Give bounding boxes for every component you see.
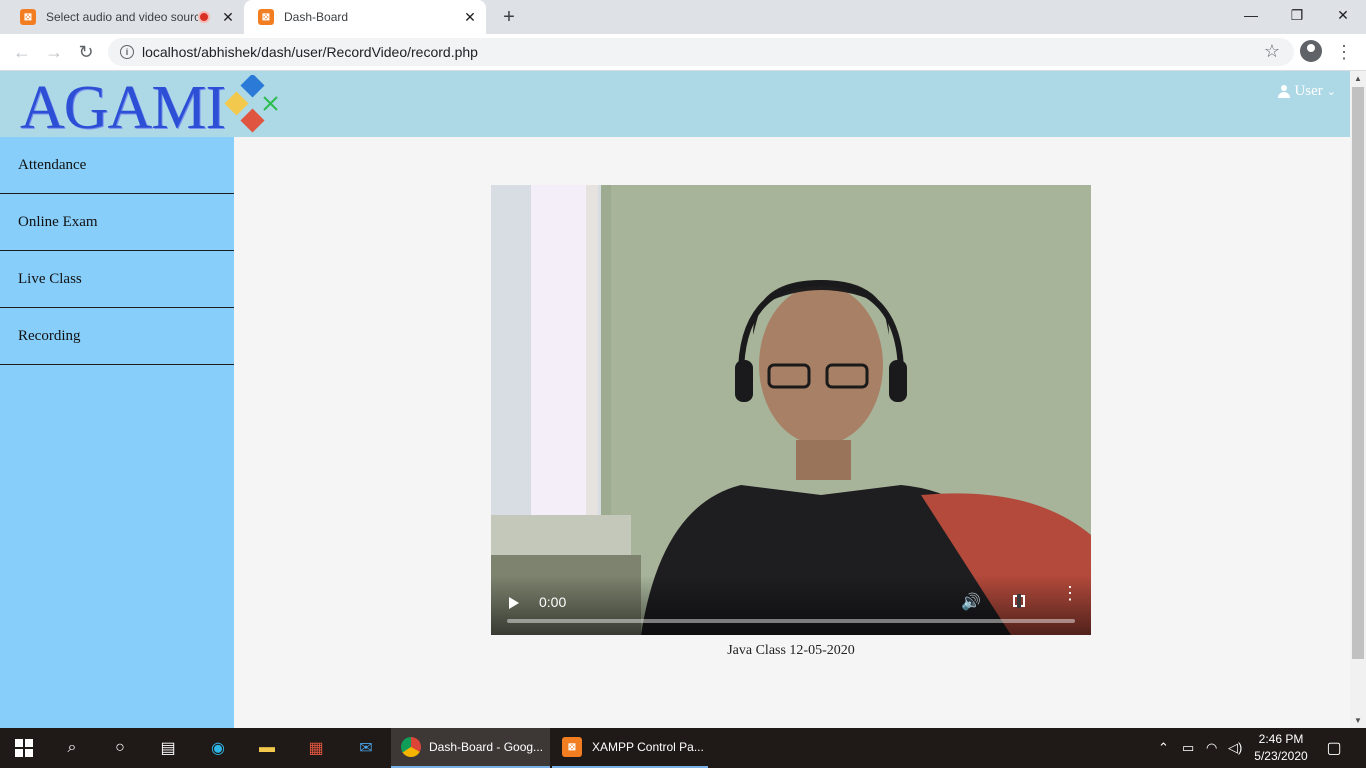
taskbar-app-chrome[interactable]: Dash-Board - Goog... xyxy=(391,728,550,768)
taskbar-app-label: XAMPP Control Pa... xyxy=(592,740,704,754)
mail-icon[interactable]: ✉ xyxy=(354,736,378,760)
taskbar-app-label: Dash-Board - Goog... xyxy=(429,740,544,754)
address-bar[interactable]: i localhost/abhishek/dash/user/RecordVid… xyxy=(108,38,1294,66)
sidebar-item-online-exam[interactable]: Online Exam xyxy=(0,194,234,251)
play-icon[interactable] xyxy=(509,597,519,609)
fullscreen-icon[interactable] xyxy=(1013,594,1025,608)
video-controls: 0:00 🔊 ⋮ xyxy=(491,575,1091,635)
user-label: User xyxy=(1294,83,1323,99)
tab-title: Select audio and video sourc xyxy=(46,10,198,24)
tab-select-sources[interactable]: ⊠ Select audio and video sourc ✕ xyxy=(8,0,244,34)
back-icon[interactable]: ← xyxy=(10,40,34,64)
video-caption: Java Class 12-05-2020 xyxy=(727,643,855,658)
minimize-icon[interactable]: — xyxy=(1228,0,1274,30)
info-icon[interactable]: i xyxy=(120,45,134,59)
browser-tab-strip: ⊠ Select audio and video sourc ✕ ⊠ Dash-… xyxy=(0,0,1366,34)
xampp-icon: ⊠ xyxy=(562,737,582,757)
user-menu[interactable]: User ⌄ xyxy=(1278,83,1336,100)
sidebar-item-live-class[interactable]: Live Class xyxy=(0,251,234,308)
sidebar: Attendance Online Exam Live Class Record… xyxy=(0,137,234,728)
reload-icon[interactable]: ↻ xyxy=(74,40,98,64)
notifications-icon[interactable]: ▢ xyxy=(1322,736,1346,760)
video-player[interactable]: 0:00 🔊 ⋮ xyxy=(491,185,1091,635)
restore-icon[interactable]: ❐ xyxy=(1274,0,1320,30)
search-icon[interactable]: ⌕ xyxy=(60,736,84,760)
xampp-favicon-icon: ⊠ xyxy=(258,9,274,25)
clock-time: 2:46 PM xyxy=(1258,732,1304,746)
chrome-icon xyxy=(401,737,421,757)
tab-title: Dash-Board xyxy=(284,10,349,24)
file-explorer-icon[interactable]: ▬ xyxy=(255,736,279,760)
video-time: 0:00 xyxy=(539,594,567,610)
clock[interactable]: 2:46 PM 5/23/2020 xyxy=(1250,731,1312,765)
sidebar-item-attendance[interactable]: Attendance xyxy=(0,137,234,194)
scroll-down-icon[interactable]: ▼ xyxy=(1353,716,1363,725)
logo-text: AGAMI xyxy=(20,74,226,142)
store-icon[interactable]: ▦ xyxy=(304,736,328,760)
browser-menu-icon[interactable]: ⋮ xyxy=(1335,40,1353,64)
more-options-icon[interactable]: ⋮ xyxy=(1061,584,1079,602)
volume-icon[interactable]: 🔊 xyxy=(961,592,981,612)
task-view-icon[interactable]: ▤ xyxy=(156,736,180,760)
taskbar: ⌕ ○ ▤ ◉ ▬ ▦ ✉ Dash-Board - Goog... ⊠ XAM… xyxy=(0,728,1366,768)
seek-bar[interactable] xyxy=(507,619,1075,623)
user-icon xyxy=(1278,85,1291,98)
wifi-icon[interactable]: ◠ xyxy=(1206,740,1217,756)
logo-diamonds-icon xyxy=(224,75,278,133)
browser-toolbar: ← → ↻ i localhost/abhishek/dash/user/Rec… xyxy=(0,34,1366,71)
clock-date: 5/23/2020 xyxy=(1254,749,1308,763)
site-header: AGAMI User ⌄ xyxy=(0,71,1350,142)
url-text: localhost/abhishek/dash/user/RecordVideo… xyxy=(142,44,478,60)
cortana-icon[interactable]: ○ xyxy=(108,736,132,760)
close-tab-icon[interactable]: ✕ xyxy=(462,9,478,25)
bookmark-star-icon[interactable]: ☆ xyxy=(1264,41,1280,62)
xampp-favicon-icon: ⊠ xyxy=(20,9,36,25)
profile-avatar-icon[interactable] xyxy=(1300,40,1322,62)
sidebar-item-recording[interactable]: Recording xyxy=(0,308,234,365)
taskbar-app-xampp[interactable]: ⊠ XAMPP Control Pa... xyxy=(552,728,708,768)
chevron-up-icon[interactable]: ⌃ xyxy=(1158,740,1169,756)
close-tab-icon[interactable]: ✕ xyxy=(220,9,236,25)
windows-start-icon[interactable] xyxy=(12,736,36,760)
new-tab-icon[interactable]: + xyxy=(498,6,520,28)
scroll-thumb[interactable] xyxy=(1352,87,1364,659)
tab-dash-board[interactable]: ⊠ Dash-Board ✕ xyxy=(244,0,486,34)
scroll-up-icon[interactable]: ▲ xyxy=(1353,74,1363,83)
close-window-icon[interactable]: ✕ xyxy=(1320,0,1366,30)
page-scrollbar[interactable]: ▲ ▼ xyxy=(1350,71,1366,728)
forward-icon[interactable]: → xyxy=(42,40,66,64)
recording-indicator-icon xyxy=(198,11,210,23)
page-content: AGAMI User ⌄ Attendance Online Exam Live… xyxy=(0,71,1350,728)
edge-icon[interactable]: ◉ xyxy=(206,736,230,760)
chevron-down-icon: ⌄ xyxy=(1326,86,1336,98)
battery-icon[interactable]: ▭ xyxy=(1182,740,1194,756)
video-frame xyxy=(491,185,1091,635)
volume-tray-icon[interactable]: ◁) xyxy=(1228,740,1242,756)
